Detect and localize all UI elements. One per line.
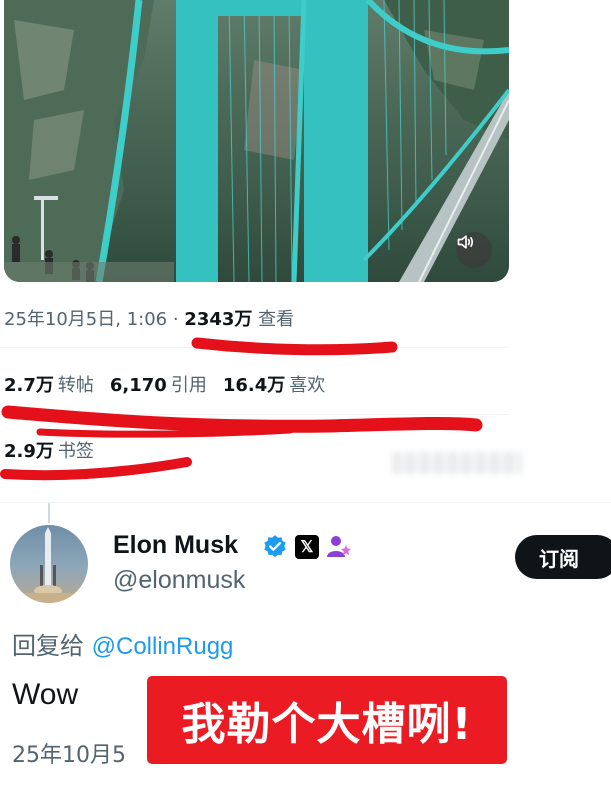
- rocket-avatar-image: [10, 527, 88, 603]
- reply-text: Wow: [12, 678, 79, 711]
- likes-label: 喜欢: [289, 375, 326, 396]
- mute-toggle-button[interactable]: [456, 232, 492, 268]
- reply-to-label: 回复给: [12, 632, 84, 660]
- views-label: 查看: [258, 309, 295, 330]
- views-count: 2343万: [184, 309, 253, 330]
- tweet-meta: 25年10月5日, 1:06 · 2343万 查看: [4, 305, 294, 331]
- bookmarks-count: 2.9万: [4, 441, 54, 462]
- bookmarks-label: 书签: [57, 441, 94, 462]
- quotes-count: 6,170: [109, 375, 167, 396]
- verified-badge-icon: [264, 535, 286, 558]
- author-name[interactable]: Elon Musk: [113, 531, 238, 560]
- bookmarks-stat[interactable]: 2.9万 书签: [4, 437, 110, 463]
- thread-connector: [48, 503, 50, 523]
- speaker-icon: [457, 235, 474, 249]
- reply-to-mention-link[interactable]: @CollinRugg: [92, 633, 234, 660]
- bridge-scene: [4, 0, 509, 282]
- x-logo-icon: 𝕏: [295, 535, 319, 559]
- engagement-stats: 2.7万 转帖 6,170 引用 16.4万 喜欢: [4, 371, 341, 397]
- quotes-label: 引用: [170, 375, 207, 396]
- affiliate-person-icon: [327, 536, 351, 557]
- tweet-timestamp[interactable]: 25年10月5日, 1:06: [4, 309, 167, 330]
- likes-stat[interactable]: 16.4万 喜欢: [223, 371, 325, 397]
- likes-count: 16.4万: [222, 375, 286, 396]
- quotes-stat[interactable]: 6,170 引用: [110, 371, 207, 397]
- video-media[interactable]: [4, 0, 509, 282]
- retweets-label: 转帖: [57, 375, 94, 396]
- avatar[interactable]: [10, 525, 88, 603]
- overlay-caption: 我勒个大槽咧!: [147, 676, 507, 764]
- retweets-count: 2.7万: [4, 375, 54, 396]
- divider: [0, 347, 509, 348]
- subscribe-button[interactable]: 订阅: [515, 535, 611, 579]
- reply-context: 回复给 @CollinRugg: [12, 626, 233, 661]
- meta-separator: ·: [167, 309, 185, 330]
- reply-timestamp[interactable]: 25年10月5: [12, 737, 126, 769]
- blurred-content: [392, 452, 522, 474]
- author-handle[interactable]: @elonmusk: [113, 566, 245, 595]
- retweets-stat[interactable]: 2.7万 转帖: [4, 371, 94, 397]
- divider: [0, 502, 611, 503]
- divider: [0, 414, 509, 415]
